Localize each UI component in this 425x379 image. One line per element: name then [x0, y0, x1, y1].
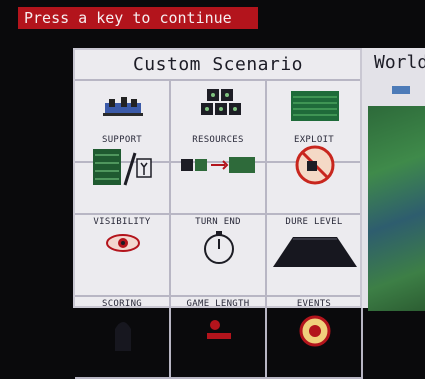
scoring-option[interactable]: SCORING	[75, 297, 171, 379]
game-length-option[interactable]: GAME LENGTH	[171, 297, 267, 379]
scoring-label: SCORING	[101, 299, 143, 309]
hill-icon	[273, 237, 357, 267]
continue-prompt[interactable]: Press a key to continue	[18, 7, 258, 29]
visibility-label: VISIBILITY	[93, 217, 151, 227]
events-icon	[299, 315, 331, 347]
exploit-option[interactable]: EXPLOIT	[267, 133, 363, 215]
resources-option[interactable]: RESOURCES	[171, 133, 267, 215]
game-length-label: GAME LENGTH	[186, 299, 250, 309]
resources-crates-icon	[201, 89, 241, 115]
resource-transfer-icon	[181, 157, 255, 173]
support-vs-soldier-icon	[93, 149, 152, 186]
world-panel[interactable]: World	[360, 48, 425, 311]
dure-level-option[interactable]: DURE LEVEL	[267, 215, 363, 297]
world-selector-bar[interactable]	[392, 86, 410, 94]
exploit-forbidden-icon	[295, 145, 335, 185]
support-units-icon	[103, 97, 143, 116]
events-option[interactable]: EVENTS	[267, 297, 363, 379]
exploit-field-icon	[291, 91, 339, 121]
figure-icon	[115, 322, 131, 351]
support-label: SUPPORT	[101, 135, 143, 145]
turn-end-option[interactable]: TURN END	[171, 215, 267, 297]
game-length-icon	[207, 320, 231, 339]
stopwatch-icon	[204, 231, 234, 264]
custom-scenario-panel: Custom Scenario SUPPORT RESOURCES EXPLOI…	[73, 48, 371, 379]
world-title: World	[374, 52, 425, 73]
turn-end-label: TURN END	[195, 217, 241, 227]
visibility-option[interactable]: VISIBILITY	[75, 215, 171, 297]
panel-title: Custom Scenario	[132, 54, 304, 75]
dure-level-label: DURE LEVEL	[285, 217, 343, 227]
events-label: EVENTS	[296, 299, 332, 309]
world-map[interactable]	[368, 106, 425, 311]
resources-label: RESOURCES	[192, 135, 244, 145]
scenario-options-grid: SUPPORT RESOURCES EXPLOIT VISIBILITY TUR…	[75, 81, 367, 379]
support-option[interactable]: SUPPORT	[75, 133, 171, 215]
eye-icon	[106, 234, 140, 252]
